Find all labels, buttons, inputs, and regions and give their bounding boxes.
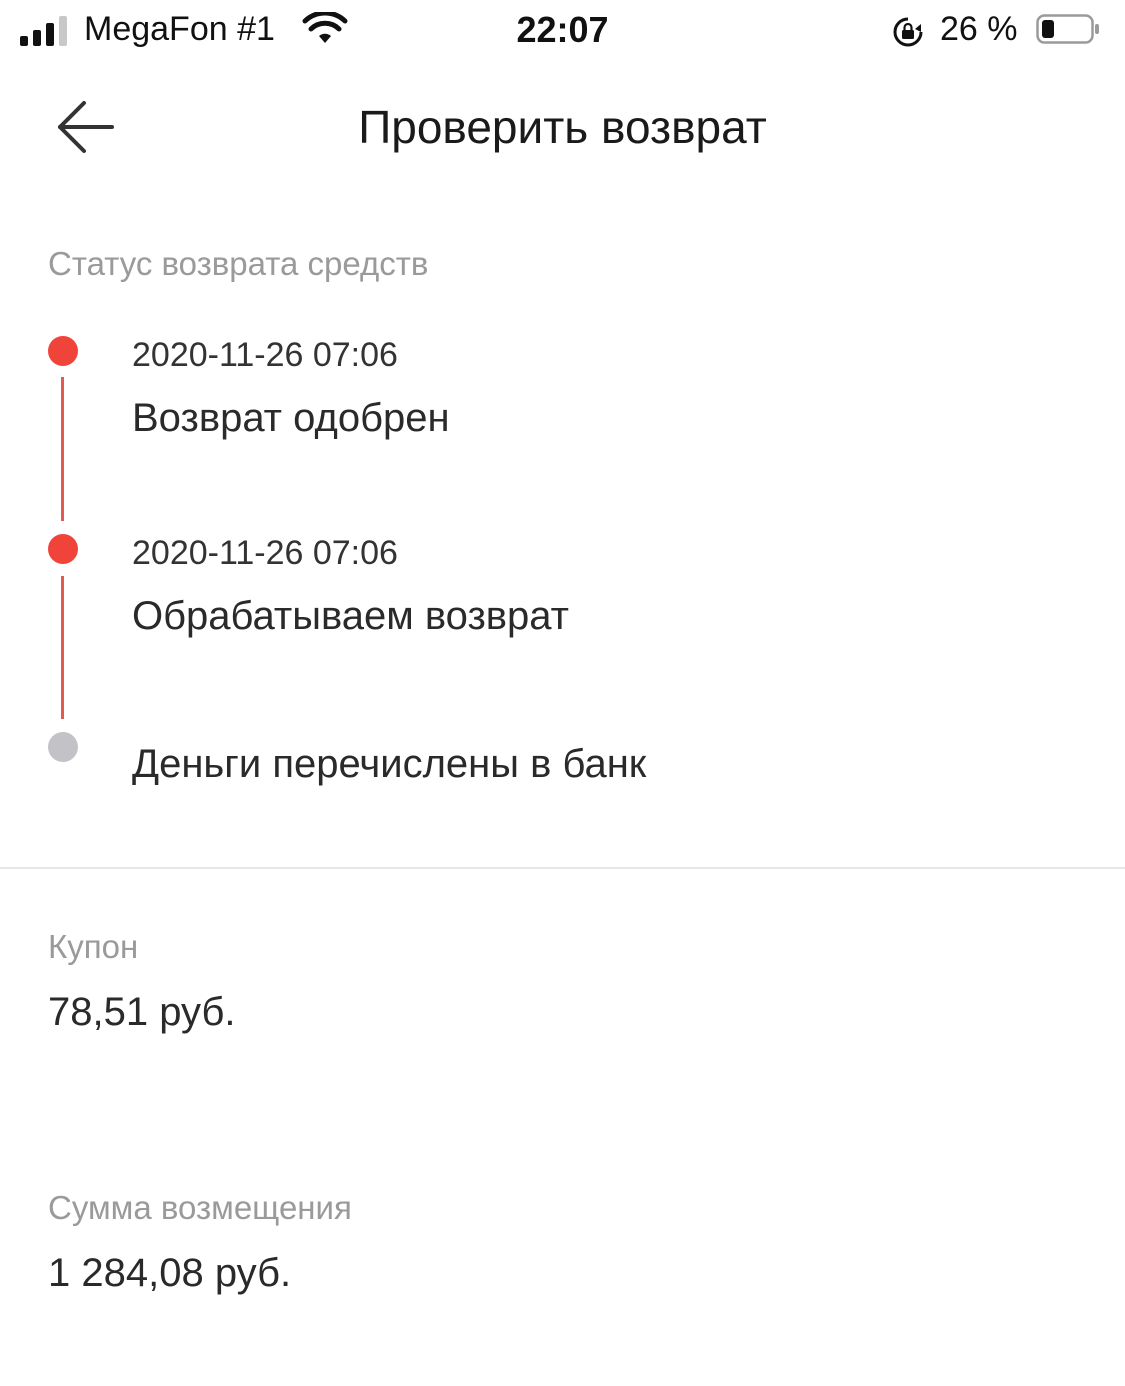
timeline-connector: [61, 576, 64, 719]
refund-amount-label: Сумма возмещения: [48, 1189, 352, 1226]
timeline-connector: [61, 377, 64, 521]
step-done-dot: [48, 336, 78, 366]
orientation-lock-icon: [893, 17, 923, 47]
section-divider: [0, 867, 1125, 869]
step-label: Возврат одобрен: [132, 396, 450, 440]
step-label: Деньги перечислены в банк: [132, 742, 647, 786]
page-title: Проверить возврат: [358, 101, 767, 153]
step-pending-dot: [48, 732, 78, 762]
refund-status-label: Статус возврата средств: [48, 245, 429, 282]
battery-icon: [1036, 14, 1099, 44]
battery-percent: 26 %: [940, 10, 1018, 48]
coupon-label: Купон: [48, 928, 139, 965]
step-label: Обрабатываем возврат: [132, 594, 569, 638]
step-date: 2020-11-26 07:06: [132, 534, 398, 572]
refund-amount-value: 1 284,08 руб.: [48, 1251, 292, 1295]
coupon-value: 78,51 руб.: [48, 990, 236, 1034]
step-done-dot: [48, 534, 78, 564]
step-date: 2020-11-26 07:06: [132, 336, 398, 374]
status-bar: MegaFon #1 22:07 26 %: [0, 0, 1125, 64]
header: Проверить возврат: [0, 70, 1125, 190]
